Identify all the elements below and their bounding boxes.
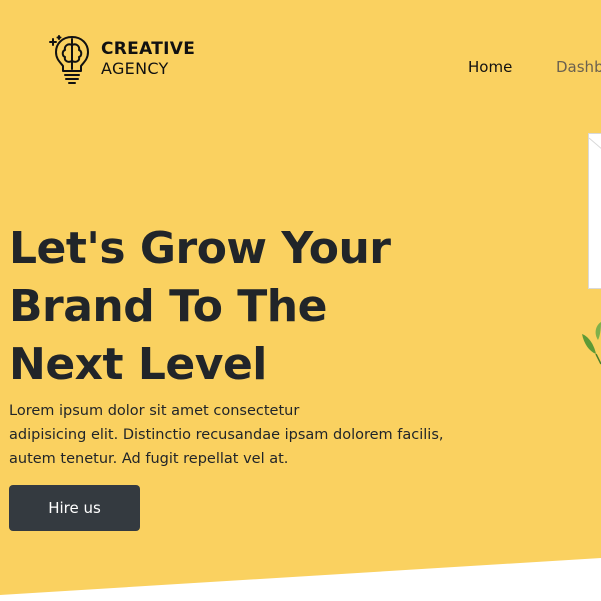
nav-link-home[interactable]: Home bbox=[468, 58, 512, 76]
hire-us-button[interactable]: Hire us bbox=[9, 485, 140, 531]
brand-name-line1: CREATIVE bbox=[101, 39, 196, 59]
hero-headline-line: Let's Grow Your bbox=[9, 223, 391, 274]
nav-link-dashboard[interactable]: Dashb bbox=[556, 58, 601, 76]
plant-leaf-icon bbox=[582, 322, 601, 365]
envelope-icon bbox=[588, 137, 601, 149]
hero-description: Lorem ipsum dolor sit amet consectetur a… bbox=[9, 399, 459, 471]
hero-headline-line: Next Level bbox=[9, 339, 267, 390]
hero-description-line: autem tenetur. Ad fugit repellat vel at. bbox=[9, 451, 289, 467]
hero-headline: Let's Grow Your Brand To The Next Level bbox=[9, 220, 489, 394]
hero-description-line: Lorem ipsum dolor sit amet consectetur bbox=[9, 403, 300, 419]
hero-illustration-card bbox=[588, 133, 601, 289]
hero-description-line: adipisicing elit. Distinctio recusandae … bbox=[9, 427, 444, 443]
hero-headline-line: Brand To The bbox=[9, 281, 327, 332]
main-nav: Home Dashb bbox=[0, 58, 601, 80]
